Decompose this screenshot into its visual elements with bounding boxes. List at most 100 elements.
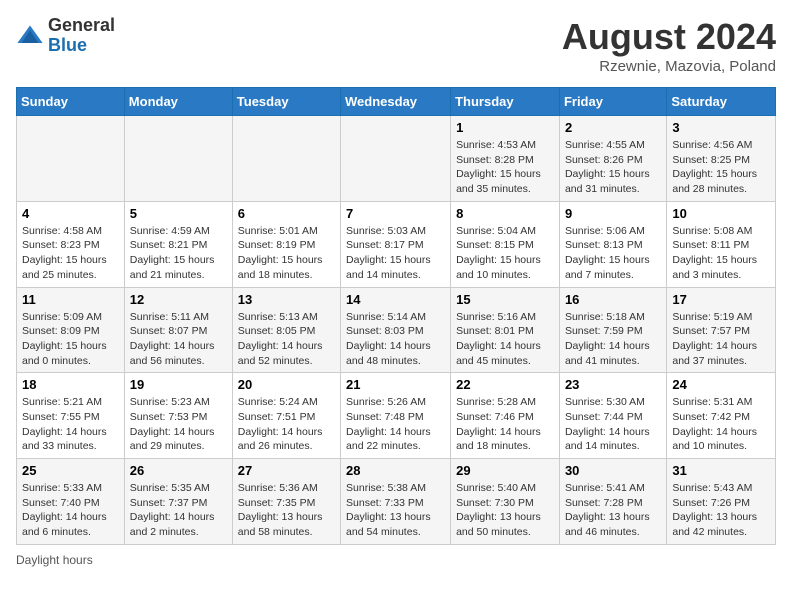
calendar-week-row: 4 Sunrise: 4:58 AMSunset: 8:23 PMDaylight…: [17, 201, 776, 287]
day-info: Sunrise: 5:14 AMSunset: 8:03 PMDaylight:…: [346, 310, 445, 369]
calendar-cell: 3Sunrise: 4:56 AMSunset: 8:25 PMDaylight…: [667, 116, 776, 202]
day-number: 8: [456, 206, 554, 221]
day-info: Sunrise: 5:08 AMSunset: 8:11 PMDaylight:…: [672, 224, 770, 283]
day-info: Sunrise: 5:43 AMSunset: 7:26 PMDaylight:…: [672, 481, 770, 540]
calendar-cell: 24Sunrise: 5:31 AMSunset: 7:42 PMDayligh…: [667, 373, 776, 459]
calendar-cell: 14 Sunrise: 5:14 AMSunset: 8:03 PMDayligh…: [341, 287, 451, 373]
logo-icon: [16, 22, 44, 50]
day-number: 16: [565, 292, 661, 307]
calendar-week-row: 25 Sunrise: 5:33 AMSunset: 7:40 PMDayligh…: [17, 459, 776, 545]
day-number: 1: [456, 120, 554, 135]
day-number: 11: [22, 292, 119, 307]
calendar-cell: [341, 116, 451, 202]
calendar-cell: 18 Sunrise: 5:21 AMSunset: 7:55 PMDayligh…: [17, 373, 125, 459]
calendar-cell: 27 Sunrise: 5:36 AMSunset: 7:35 PMDayligh…: [232, 459, 340, 545]
logo: General Blue: [16, 16, 115, 56]
calendar-cell: 31Sunrise: 5:43 AMSunset: 7:26 PMDayligh…: [667, 459, 776, 545]
day-info: Sunrise: 5:38 AMSunset: 7:33 PMDaylight:…: [346, 481, 445, 540]
day-info: Sunrise: 4:58 AMSunset: 8:23 PMDaylight:…: [22, 224, 119, 283]
calendar-week-row: 18 Sunrise: 5:21 AMSunset: 7:55 PMDayligh…: [17, 373, 776, 459]
calendar-cell: [17, 116, 125, 202]
calendar-cell: 16 Sunrise: 5:18 AMSunset: 7:59 PMDayligh…: [559, 287, 666, 373]
day-number: 23: [565, 377, 661, 392]
day-number: 30: [565, 463, 661, 478]
day-info: Sunrise: 5:06 AMSunset: 8:13 PMDaylight:…: [565, 224, 661, 283]
calendar-table: SundayMondayTuesdayWednesdayThursdayFrid…: [16, 87, 776, 545]
day-number: 3: [672, 120, 770, 135]
day-info: Sunrise: 5:01 AMSunset: 8:19 PMDaylight:…: [238, 224, 335, 283]
title-section: August 2024 Rzewnie, Mazovia, Poland: [562, 16, 776, 75]
calendar-cell: 9 Sunrise: 5:06 AMSunset: 8:13 PMDaylight…: [559, 201, 666, 287]
day-info: Sunrise: 5:21 AMSunset: 7:55 PMDaylight:…: [22, 395, 119, 454]
calendar-cell: 7Sunrise: 5:03 AMSunset: 8:17 PMDaylight…: [341, 201, 451, 287]
calendar-cell: 5 Sunrise: 4:59 AMSunset: 8:21 PMDaylight…: [124, 201, 232, 287]
weekday-header: Thursday: [451, 88, 560, 116]
footer-note: Daylight hours: [16, 553, 776, 567]
calendar-cell: 30 Sunrise: 5:41 AMSunset: 7:28 PMDayligh…: [559, 459, 666, 545]
day-info: Sunrise: 5:33 AMSunset: 7:40 PMDaylight:…: [22, 481, 119, 540]
day-number: 25: [22, 463, 119, 478]
day-number: 14: [346, 292, 445, 307]
day-info: Sunrise: 4:59 AMSunset: 8:21 PMDaylight:…: [130, 224, 227, 283]
calendar-cell: 12Sunrise: 5:11 AMSunset: 8:07 PMDayligh…: [124, 287, 232, 373]
weekday-header: Friday: [559, 88, 666, 116]
calendar-cell: 2Sunrise: 4:55 AMSunset: 8:26 PMDaylight…: [559, 116, 666, 202]
calendar-week-row: 1 Sunrise: 4:53 AMSunset: 8:28 PMDaylight…: [17, 116, 776, 202]
day-info: Sunrise: 5:11 AMSunset: 8:07 PMDaylight:…: [130, 310, 227, 369]
day-info: Sunrise: 4:53 AMSunset: 8:28 PMDaylight:…: [456, 138, 554, 197]
day-number: 22: [456, 377, 554, 392]
calendar-cell: 17 Sunrise: 5:19 AMSunset: 7:57 PMDayligh…: [667, 287, 776, 373]
weekday-header: Wednesday: [341, 88, 451, 116]
day-info: Sunrise: 5:23 AMSunset: 7:53 PMDaylight:…: [130, 395, 227, 454]
day-number: 27: [238, 463, 335, 478]
calendar-cell: 10Sunrise: 5:08 AMSunset: 8:11 PMDayligh…: [667, 201, 776, 287]
day-info: Sunrise: 5:41 AMSunset: 7:28 PMDaylight:…: [565, 481, 661, 540]
calendar-cell: 8Sunrise: 5:04 AMSunset: 8:15 PMDaylight…: [451, 201, 560, 287]
day-info: Sunrise: 5:19 AMSunset: 7:57 PMDaylight:…: [672, 310, 770, 369]
day-number: 29: [456, 463, 554, 478]
calendar-cell: [232, 116, 340, 202]
weekday-header: Monday: [124, 88, 232, 116]
calendar-cell: 28 Sunrise: 5:38 AMSunset: 7:33 PMDayligh…: [341, 459, 451, 545]
day-number: 15: [456, 292, 554, 307]
logo-general: General: [48, 16, 115, 36]
logo-text: General Blue: [48, 16, 115, 56]
calendar-week-row: 11Sunrise: 5:09 AMSunset: 8:09 PMDayligh…: [17, 287, 776, 373]
day-info: Sunrise: 5:13 AMSunset: 8:05 PMDaylight:…: [238, 310, 335, 369]
day-number: 24: [672, 377, 770, 392]
calendar-body: 1 Sunrise: 4:53 AMSunset: 8:28 PMDaylight…: [17, 116, 776, 545]
calendar-cell: 4 Sunrise: 4:58 AMSunset: 8:23 PMDaylight…: [17, 201, 125, 287]
day-info: Sunrise: 5:28 AMSunset: 7:46 PMDaylight:…: [456, 395, 554, 454]
day-info: Sunrise: 5:03 AMSunset: 8:17 PMDaylight:…: [346, 224, 445, 283]
calendar-header: SundayMondayTuesdayWednesdayThursdayFrid…: [17, 88, 776, 116]
calendar-cell: 29Sunrise: 5:40 AMSunset: 7:30 PMDayligh…: [451, 459, 560, 545]
month-title: August 2024: [562, 16, 776, 58]
calendar-cell: 23 Sunrise: 5:30 AMSunset: 7:44 PMDayligh…: [559, 373, 666, 459]
calendar-cell: 21Sunrise: 5:26 AMSunset: 7:48 PMDayligh…: [341, 373, 451, 459]
day-number: 18: [22, 377, 119, 392]
day-number: 17: [672, 292, 770, 307]
calendar-cell: 26Sunrise: 5:35 AMSunset: 7:37 PMDayligh…: [124, 459, 232, 545]
calendar-cell: 6 Sunrise: 5:01 AMSunset: 8:19 PMDaylight…: [232, 201, 340, 287]
calendar-cell: 25 Sunrise: 5:33 AMSunset: 7:40 PMDayligh…: [17, 459, 125, 545]
calendar-cell: [124, 116, 232, 202]
day-number: 4: [22, 206, 119, 221]
weekday-header: Sunday: [17, 88, 125, 116]
day-number: 21: [346, 377, 445, 392]
weekday-row: SundayMondayTuesdayWednesdayThursdayFrid…: [17, 88, 776, 116]
calendar-cell: 1 Sunrise: 4:53 AMSunset: 8:28 PMDaylight…: [451, 116, 560, 202]
calendar-cell: 22 Sunrise: 5:28 AMSunset: 7:46 PMDayligh…: [451, 373, 560, 459]
day-number: 26: [130, 463, 227, 478]
day-info: Sunrise: 5:16 AMSunset: 8:01 PMDaylight:…: [456, 310, 554, 369]
day-number: 20: [238, 377, 335, 392]
day-info: Sunrise: 5:36 AMSunset: 7:35 PMDaylight:…: [238, 481, 335, 540]
day-info: Sunrise: 5:18 AMSunset: 7:59 PMDaylight:…: [565, 310, 661, 369]
day-number: 5: [130, 206, 227, 221]
day-number: 9: [565, 206, 661, 221]
day-number: 28: [346, 463, 445, 478]
day-number: 6: [238, 206, 335, 221]
location: Rzewnie, Mazovia, Poland: [562, 58, 776, 75]
day-info: Sunrise: 5:30 AMSunset: 7:44 PMDaylight:…: [565, 395, 661, 454]
calendar-cell: 11Sunrise: 5:09 AMSunset: 8:09 PMDayligh…: [17, 287, 125, 373]
page-header: General Blue August 2024 Rzewnie, Mazovi…: [16, 16, 776, 75]
